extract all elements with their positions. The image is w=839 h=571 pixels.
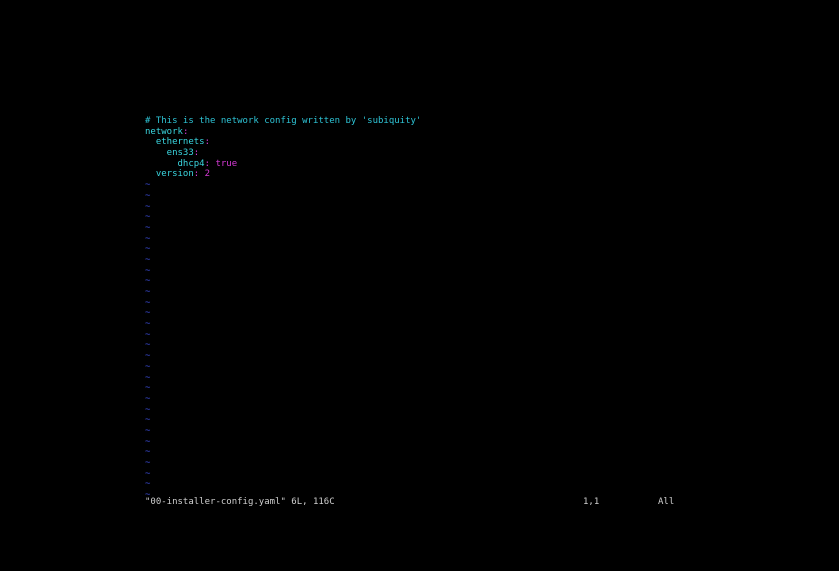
- key-token: network: [145, 126, 183, 137]
- empty-line-tilde: ~: [145, 351, 151, 362]
- empty-line-tilde: ~: [145, 458, 151, 468]
- vim-editor-buffer[interactable]: # This is the network config written by …: [145, 116, 705, 501]
- empty-line-tilde: ~: [145, 447, 151, 458]
- empty-line-tilde: ~: [145, 297, 151, 308]
- colon-token: :: [182, 126, 189, 137]
- colon-token: :: [193, 148, 200, 159]
- code-line[interactable]: network:: [145, 127, 705, 138]
- empty-line-tilde: ~: [145, 254, 151, 265]
- key-token: ens33: [145, 148, 194, 159]
- empty-line-tilde: ~: [145, 265, 151, 276]
- empty-line-tilde: ~: [145, 308, 151, 319]
- empty-line-tilde: ~: [145, 201, 151, 212]
- cursor-position: 1,1: [583, 497, 600, 507]
- empty-line-tilde: ~: [145, 393, 151, 404]
- colon-token: :: [204, 137, 211, 148]
- empty-line-tilde: ~: [145, 233, 151, 244]
- empty-line-tilde: ~: [145, 361, 151, 372]
- empty-line-tilde: ~: [145, 383, 151, 394]
- vim-status-line: "00-installer-config.yaml" 6L, 116C 1,1 …: [145, 497, 705, 509]
- file-info: "00-installer-config.yaml" 6L, 116C: [145, 497, 335, 507]
- empty-line-tilde: ~: [145, 372, 151, 383]
- empty-line-tilde: ~: [145, 276, 151, 287]
- empty-line-tilde: ~: [145, 287, 151, 297]
- scroll-position: All: [658, 497, 675, 507]
- empty-line-tilde: ~: [145, 190, 151, 201]
- empty-line-tilde: ~: [145, 222, 151, 233]
- empty-line-tilde: ~: [145, 340, 151, 351]
- empty-line-tilde: ~: [145, 404, 151, 415]
- colon-token: :: [193, 169, 205, 180]
- empty-line-tilde: ~: [145, 329, 151, 340]
- empty-line-tilde: ~: [145, 436, 151, 447]
- code-line[interactable]: ethernets:: [145, 137, 705, 148]
- empty-line-tilde: ~: [145, 244, 151, 255]
- code-line[interactable]: version: 2: [145, 169, 705, 180]
- code-line[interactable]: # This is the network config written by …: [145, 116, 705, 127]
- comment-token: # This is the network config written by …: [145, 116, 422, 126]
- empty-line-tilde: ~: [145, 212, 151, 223]
- empty-line-tilde: ~: [145, 415, 151, 426]
- empty-line-tilde: ~: [145, 479, 151, 490]
- colon-token: :: [204, 158, 216, 169]
- empty-line-tilde: ~: [145, 468, 151, 479]
- empty-line-tilde: ~: [145, 180, 151, 191]
- value-token: true: [215, 158, 238, 169]
- key-token: version: [145, 169, 194, 180]
- value-token: 2: [204, 169, 211, 180]
- key-token: ethernets: [145, 137, 205, 148]
- empty-line-tilde: ~: [145, 425, 151, 436]
- empty-line-tilde: ~: [145, 319, 151, 330]
- code-line[interactable]: ens33:: [145, 148, 705, 159]
- code-line[interactable]: dhcp4: true: [145, 159, 705, 170]
- key-token: dhcp4: [145, 158, 205, 169]
